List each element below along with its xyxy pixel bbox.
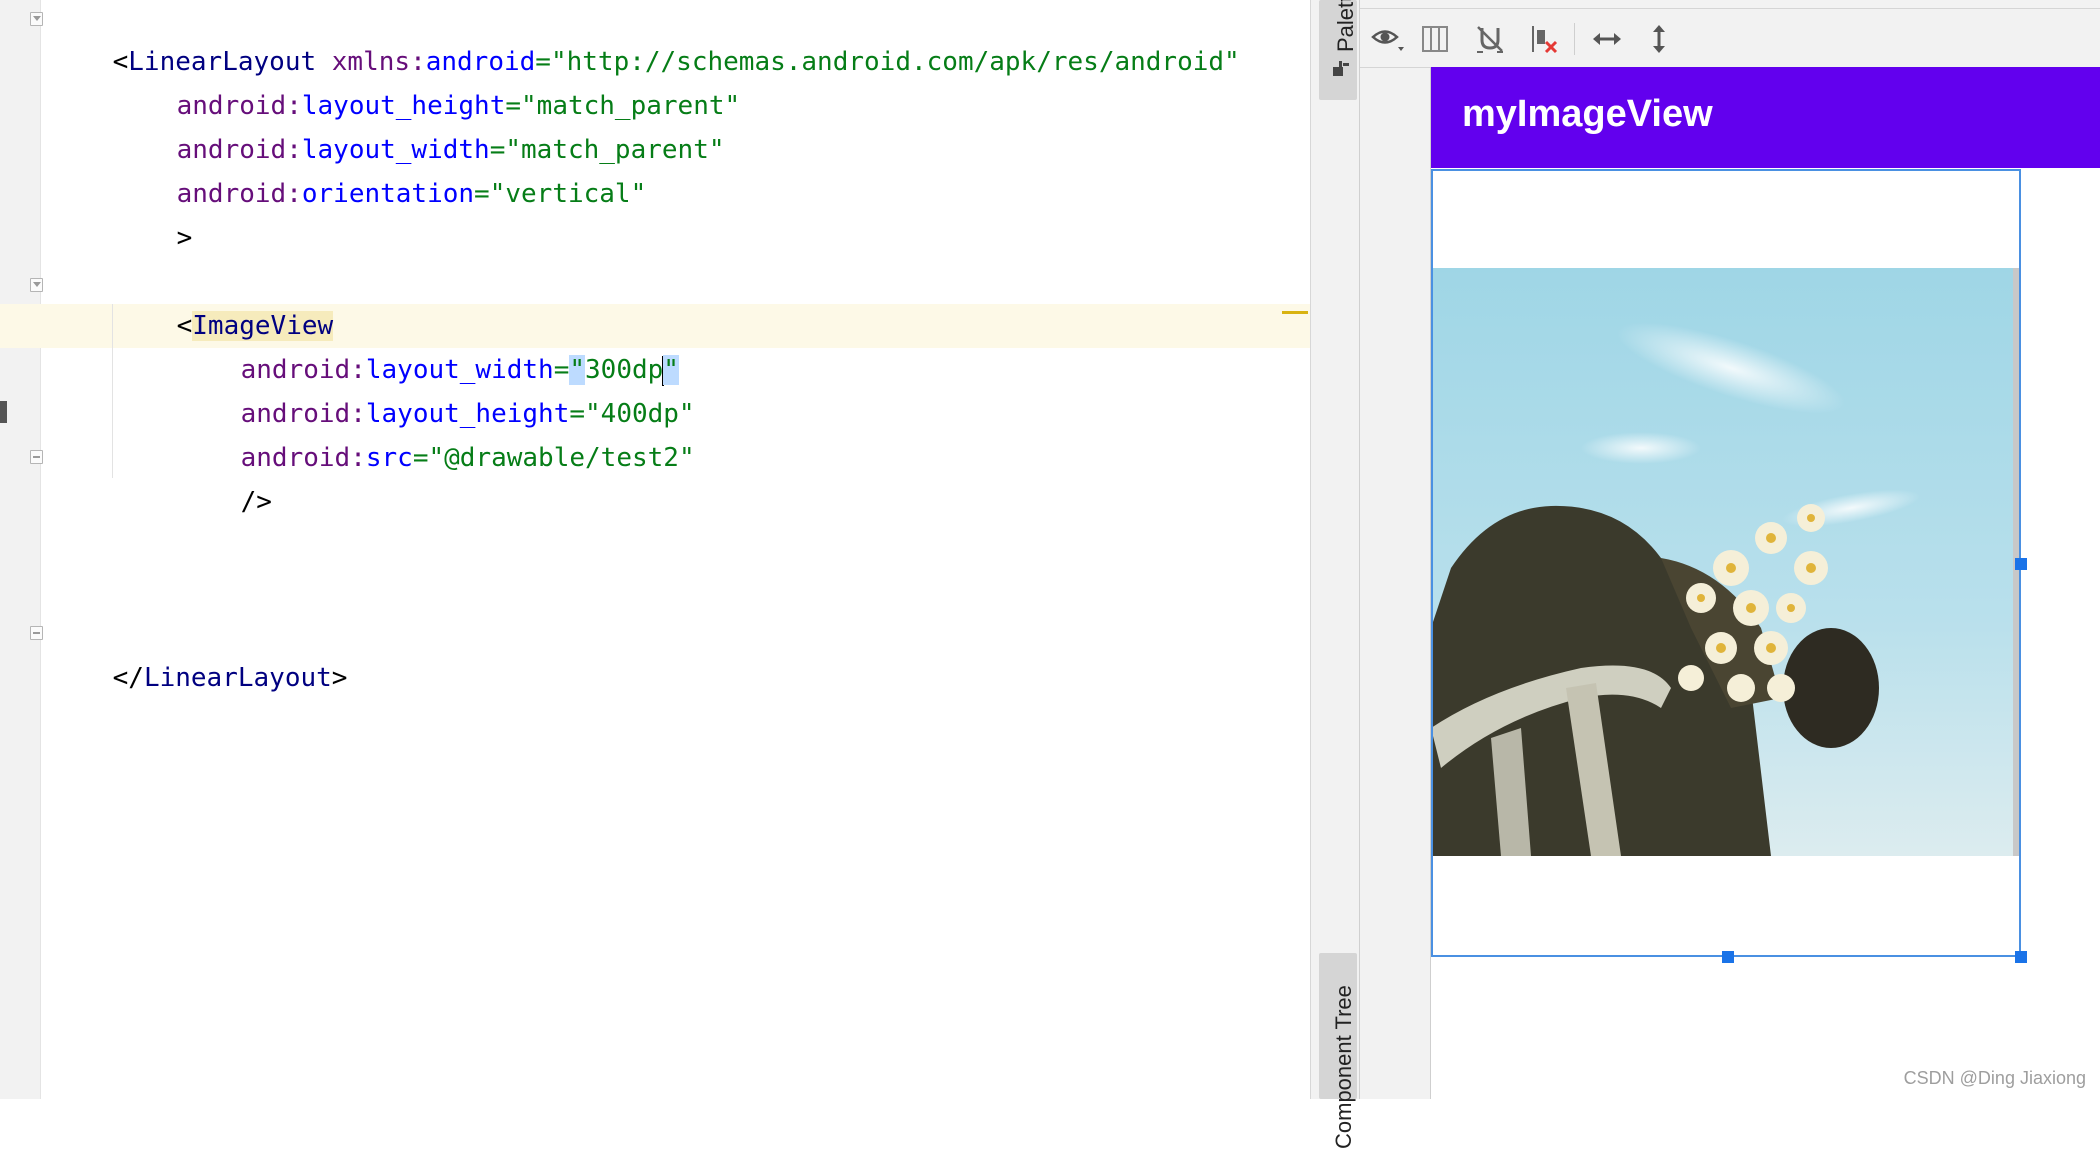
expand-vertically-button[interactable] — [1639, 19, 1679, 59]
fold-toggle-icon[interactable] — [30, 12, 43, 26]
eye-icon — [1371, 30, 1404, 51]
xml-attribute: orientation — [301, 179, 475, 209]
xml-value: "vertical" — [489, 179, 647, 209]
indent-guide — [112, 304, 113, 478]
xml-equals: = — [412, 443, 429, 473]
xml-tag-name: LinearLayout — [143, 663, 332, 693]
palette-tab-label: Palette — [1333, 0, 1358, 52]
xml-bracket: > — [331, 663, 348, 693]
xml-colon: : — [350, 443, 366, 473]
expand-horizontally-button[interactable] — [1587, 19, 1627, 59]
code-line-9: android:layout_height="400dp" — [178, 348, 695, 429]
code-line-15: </LinearLayout> — [50, 612, 348, 693]
xml-bracket: /> — [240, 487, 272, 517]
editor-gutter — [0, 0, 43, 1099]
magnet-off-icon — [1477, 26, 1503, 53]
xml-code-editor[interactable]: <LinearLayout xmlns:android="http://sche… — [0, 0, 1310, 1099]
fold-end-icon[interactable] — [30, 450, 43, 464]
xml-bracket: > — [176, 223, 193, 253]
code-line-5: > — [114, 172, 193, 253]
palette-tab[interactable]: Palette — [1319, 0, 1358, 100]
code-line-10: android:src="@drawable/test2" — [178, 392, 695, 473]
code-line-1: <LinearLayout xmlns:android="http://sche… — [50, 0, 1240, 77]
clear-constraints-button[interactable] — [1524, 19, 1564, 59]
warning-stripe-marker[interactable] — [1282, 311, 1308, 314]
blueprint-columns-icon — [1422, 26, 1448, 52]
component-tree-tab[interactable]: Component Tree — [1319, 953, 1357, 1149]
view-options-button[interactable] — [1368, 19, 1408, 59]
resize-handle-bottom-right[interactable] — [2015, 951, 2027, 963]
component-tree-tab-label: Component Tree — [1331, 985, 1356, 1149]
design-toolbar — [1360, 8, 2100, 68]
code-line-8: android:layout_width="300dp" — [178, 304, 679, 386]
fold-end-icon[interactable] — [30, 626, 43, 640]
expand-horizontal-icon — [1593, 33, 1621, 45]
code-line-11: /> — [178, 436, 272, 517]
watermark-text: CSDN @Ding Jiaxiong — [1903, 1068, 2086, 1088]
xml-value: "@drawable/test2" — [428, 443, 695, 473]
app-title: myImageView — [1462, 93, 1713, 135]
resize-handle-bottom[interactable] — [1722, 951, 1734, 963]
xml-attribute: src — [365, 443, 413, 473]
code-line-2: android:layout_height="match_parent" — [114, 40, 741, 121]
resize-handle-right[interactable] — [2015, 558, 2027, 570]
clear-constraints-icon — [1532, 26, 1558, 54]
xml-equals: = — [474, 179, 490, 209]
side-tool-strip: Palette Component Tree — [1310, 0, 1360, 1149]
design-preview-panel: myImageView CSDN @Ding Jiaxiong — [1360, 0, 2100, 1099]
xml-bracket: </ — [112, 663, 144, 693]
image-view-selection-outline[interactable] — [1431, 169, 2027, 963]
bookmark-marker-icon[interactable] — [0, 401, 7, 423]
toolbar-separator — [1574, 23, 1575, 55]
xml-namespace: android — [176, 179, 287, 209]
autoconnect-toggle-button[interactable] — [1470, 19, 1510, 59]
device-preview[interactable]: myImageView — [1430, 67, 2100, 1099]
palette-icon — [1333, 61, 1349, 76]
fold-toggle-icon[interactable] — [30, 278, 43, 292]
xml-colon: : — [286, 179, 302, 209]
expand-vertical-icon — [1653, 25, 1665, 53]
blueprint-mode-button[interactable] — [1415, 19, 1455, 59]
code-line-3: android:layout_width="match_parent" — [114, 84, 725, 165]
app-bar: myImageView — [1431, 67, 2100, 168]
code-line-7: <ImageView — [114, 260, 334, 341]
code-line-4: android:orientation="vertical" — [114, 128, 647, 209]
